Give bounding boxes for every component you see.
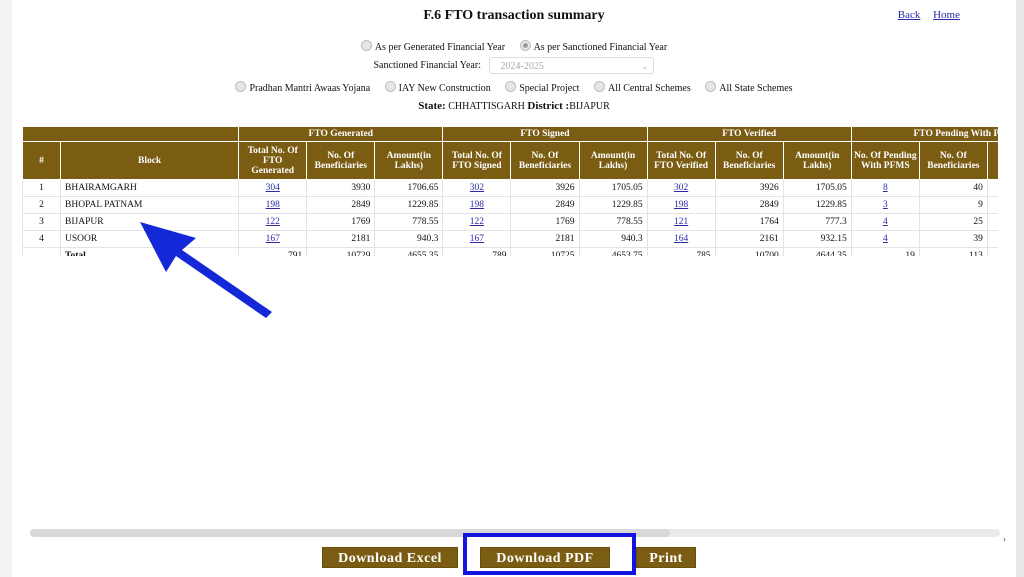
fy-select-row: Sanctioned Financial Year: 2024-2025 ⌄ bbox=[12, 57, 1016, 74]
group-fto-generated: FTO Generated bbox=[238, 126, 444, 142]
block-name: BHAIRAMGARH bbox=[60, 179, 240, 197]
chevron-down-icon: ⌄ bbox=[640, 61, 649, 71]
fto-verified-link[interactable]: 302 bbox=[674, 183, 688, 193]
group-fto-pending: FTO Pending With P bbox=[850, 126, 998, 142]
back-link[interactable]: Back bbox=[898, 9, 921, 21]
report-page: F.6 FTO transaction summary Back Home As… bbox=[12, 0, 1016, 577]
scheme-central-option[interactable]: All Central Schemes bbox=[593, 81, 691, 94]
col-num: # bbox=[22, 141, 62, 180]
block-name: BHOPAL PATNAM bbox=[60, 196, 240, 214]
scheme-special-option[interactable]: Special Project bbox=[505, 81, 579, 94]
location-line: State: CHHATTISGARH District :BIJAPUR bbox=[418, 100, 610, 112]
col-sig-total: Total No. Of FTO Signed bbox=[442, 141, 512, 180]
col-block: Block bbox=[60, 141, 240, 180]
col-ver-amount: Amount(in Lakhs) bbox=[782, 141, 852, 180]
scheme-options: Pradhan Mantri Awaas Yojana IAY New Cons… bbox=[12, 81, 1016, 94]
col-gen-amount: Amount(in Lakhs) bbox=[374, 141, 444, 180]
radio-scheme[interactable] bbox=[235, 81, 247, 92]
district-value: BIJAPUR bbox=[569, 101, 610, 112]
col-pen-benef: No. Of Beneficiaries bbox=[918, 141, 988, 180]
col-gen-total: Total No. Of FTO Generated bbox=[238, 141, 308, 180]
print-button[interactable]: Print bbox=[636, 547, 696, 568]
radio-scheme[interactable] bbox=[705, 81, 717, 92]
scheme-iay-option[interactable]: IAY New Construction bbox=[384, 81, 491, 94]
highlight-box bbox=[463, 533, 636, 575]
scheme-state-option[interactable]: All State Schemes bbox=[705, 81, 793, 94]
download-excel-button[interactable]: Download Excel bbox=[322, 547, 458, 568]
page-title: F.6 FTO transaction summary bbox=[423, 8, 605, 23]
col-gen-benef: No. Of Beneficiaries bbox=[306, 141, 376, 180]
fto-verified-link[interactable]: 198 bbox=[674, 200, 688, 210]
sanctioned-fy-select[interactable]: 2024-2025 ⌄ bbox=[489, 57, 655, 74]
top-links: Back Home bbox=[888, 9, 960, 21]
pending-pfms-link[interactable]: 3 bbox=[883, 200, 888, 210]
radio-scheme[interactable] bbox=[384, 81, 396, 92]
fto-signed-link[interactable]: 302 bbox=[470, 183, 484, 193]
fy-sanctioned-option[interactable]: As per Sanctioned Financial Year bbox=[519, 40, 667, 53]
col-ver-benef: No. Of Beneficiaries bbox=[714, 141, 784, 180]
radio-scheme[interactable] bbox=[593, 81, 605, 92]
scheme-pmay-option[interactable]: Pradhan Mantri Awaas Yojana bbox=[235, 81, 370, 94]
fto-verified-link[interactable]: 121 bbox=[674, 217, 688, 227]
group-fto-signed: FTO Signed bbox=[442, 126, 648, 142]
col-sig-benef: No. Of Beneficiaries bbox=[510, 141, 580, 180]
fto-generated-link[interactable]: 198 bbox=[266, 200, 280, 210]
pending-pfms-link[interactable]: 4 bbox=[883, 217, 888, 227]
radio-fy-sanctioned[interactable] bbox=[519, 40, 531, 51]
fto-generated-link[interactable]: 304 bbox=[266, 183, 280, 193]
group-fto-verified: FTO Verified bbox=[646, 126, 852, 142]
fto-signed-link[interactable]: 167 bbox=[470, 234, 484, 244]
table-row: 1 BHAIRAMGARH 304 3930 1706.65 302 3926 … bbox=[22, 179, 998, 197]
col-ver-total: Total No. Of FTO Verified bbox=[646, 141, 716, 180]
fto-signed-link[interactable]: 122 bbox=[470, 217, 484, 227]
fto-signed-link[interactable]: 198 bbox=[470, 200, 484, 210]
fto-verified-link[interactable]: 164 bbox=[674, 234, 688, 244]
header-blank bbox=[22, 126, 240, 142]
fy-generated-option[interactable]: As per Generated Financial Year bbox=[360, 40, 505, 53]
col-overflow bbox=[986, 141, 998, 180]
sanctioned-fy-label: Sanctioned Financial Year: bbox=[373, 59, 481, 71]
col-sig-amount: Amount(in Lakhs) bbox=[578, 141, 648, 180]
home-link[interactable]: Home bbox=[933, 9, 960, 21]
radio-fy-generated[interactable] bbox=[360, 40, 372, 51]
radio-scheme[interactable] bbox=[505, 81, 517, 92]
col-pen-pfms: No. Of Pending With PFMS bbox=[850, 141, 920, 180]
pending-pfms-link[interactable]: 4 bbox=[883, 234, 888, 244]
annotation-arrow bbox=[140, 222, 272, 318]
pending-pfms-link[interactable]: 8 bbox=[883, 183, 888, 193]
table-row: 2 BHOPAL PATNAM 198 2849 1229.85 198 284… bbox=[22, 196, 998, 214]
window-scrollbar[interactable] bbox=[1016, 0, 1024, 577]
scroll-right-icon[interactable]: › bbox=[1003, 534, 1006, 544]
state-value: CHHATTISGARH bbox=[448, 101, 525, 112]
fy-options: As per Generated Financial Year As per S… bbox=[12, 40, 1016, 53]
